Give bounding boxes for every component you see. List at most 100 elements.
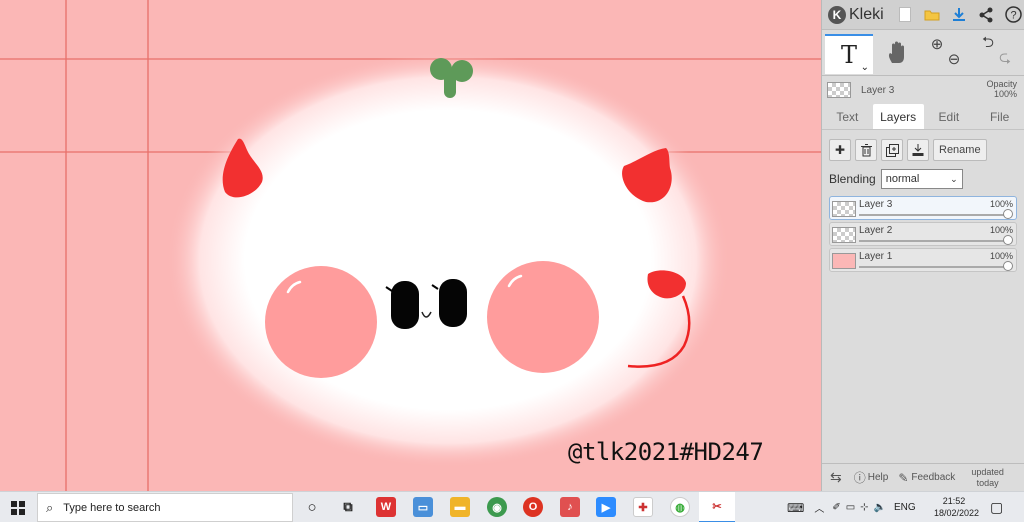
layer-opacity: 100% <box>989 251 1013 261</box>
opacity-readout: Opacity 100% <box>986 79 1017 99</box>
swap-sides-icon[interactable]: ⇆ <box>830 469 842 486</box>
chevron-down-icon: ⌄ <box>950 174 958 184</box>
svg-text:?: ? <box>1010 10 1016 22</box>
opacity-slider-knob[interactable] <box>1003 209 1013 219</box>
zoom-icon[interactable]: ▶ <box>596 497 616 517</box>
top-bar: K Kleki ? <box>822 0 1024 30</box>
wps-office-icon[interactable]: W <box>376 497 396 517</box>
battery-icon[interactable]: ▭ <box>846 502 855 513</box>
notifications-icon[interactable]: ▢ <box>990 492 1003 522</box>
taskbar-search[interactable]: ⌕ Type here to search <box>37 493 293 522</box>
opera-icon[interactable]: O <box>523 497 543 517</box>
layer-name: Layer 3 <box>859 199 893 210</box>
layer-row-3[interactable]: Layer 3 100% <box>829 196 1017 220</box>
feedback-link[interactable]: ✎ Feedback <box>898 471 955 485</box>
share-icon[interactable] <box>973 0 1000 30</box>
app-icon[interactable]: ✚ <box>633 497 653 517</box>
help-icon: ⓘ <box>853 471 866 485</box>
drawing-canvas[interactable]: @tlk2021#HD247 <box>0 0 821 491</box>
logo-text: Kleki <box>849 5 884 23</box>
opacity-slider-knob[interactable] <box>1003 261 1013 271</box>
tab-edit[interactable]: Edit <box>924 104 975 129</box>
kleki-logo[interactable]: K Kleki <box>828 5 884 24</box>
cortana-icon[interactable]: ○ <box>302 497 322 517</box>
opacity-slider-knob[interactable] <box>1003 235 1013 245</box>
opacity-slider-track[interactable] <box>859 240 1010 242</box>
text-tool-icon: T <box>840 41 857 69</box>
left-cheek <box>265 266 377 378</box>
changelog-link[interactable]: updated today <box>971 467 1004 489</box>
network-icon[interactable]: ⊹ <box>860 502 868 513</box>
task-view-icon[interactable]: ⧉ <box>338 497 358 517</box>
right-eye <box>439 279 467 327</box>
language-indicator[interactable]: ENG <box>894 502 916 513</box>
panel-tabs: Text Layers Edit File <box>822 104 1024 130</box>
current-layer-indicator: Layer 3 Opacity 100% <box>822 76 1024 104</box>
layer-thumbnail <box>832 201 856 217</box>
chevron-down-icon[interactable]: ⌄ <box>861 62 869 73</box>
layer-row-1[interactable]: Layer 1 100% <box>829 248 1017 272</box>
blending-select[interactable]: normal ⌄ <box>880 169 963 189</box>
trash-icon <box>860 143 872 156</box>
duplicate-layer-button[interactable] <box>881 139 903 161</box>
delete-layer-button[interactable] <box>855 139 877 161</box>
rename-button[interactable]: Rename <box>933 139 987 161</box>
windows-logo-icon <box>11 500 25 515</box>
tab-text[interactable]: Text <box>822 104 873 129</box>
opacity-slider-track[interactable] <box>859 266 1010 268</box>
right-cheek <box>487 261 599 373</box>
help-icon[interactable]: ? <box>1000 0 1024 30</box>
redo-icon[interactable]: ⮎ <box>995 49 1015 69</box>
canvas-artwork <box>0 0 821 491</box>
chrome-icon[interactable]: ◉ <box>487 497 507 517</box>
opacity-label: Opacity <box>986 79 1017 89</box>
system-tray: ⌨ ︿ ✐ ▭ ⊹ 🔈 ENG <box>787 492 916 522</box>
hand-tool-icon[interactable] <box>880 36 914 70</box>
zoom-out-icon[interactable]: ⊖ <box>944 49 964 69</box>
updated-when: today <box>976 477 999 488</box>
laptop-app-icon[interactable]: ▭ <box>413 497 433 517</box>
layer-actions: ✚ Rename <box>829 139 987 161</box>
volume-icon[interactable]: 🔈 <box>874 502 886 513</box>
feedback-label: Feedback <box>911 472 956 483</box>
help-label: Help <box>867 472 889 483</box>
left-eye <box>391 281 419 329</box>
sidebar: K Kleki ? T ⌄ ⊕ ⊖ ⮌ ⮎ Layer 3 Opacity 10… <box>821 0 1024 491</box>
layer-name: Layer 1 <box>859 251 893 262</box>
start-button[interactable] <box>0 492 36 522</box>
add-layer-button[interactable]: ✚ <box>829 139 851 161</box>
toolbar: T ⌄ ⊕ ⊖ ⮌ ⮎ <box>822 30 1024 76</box>
keyboard-icon[interactable]: ⌨ <box>787 501 804 515</box>
tab-file[interactable]: File <box>974 104 1024 129</box>
chevron-up-icon[interactable]: ︿ <box>814 500 824 515</box>
merge-down-button[interactable] <box>907 139 929 161</box>
layer-name: Layer 2 <box>859 225 893 236</box>
duplicate-icon <box>885 143 899 157</box>
layer-opacity: 100% <box>989 199 1013 209</box>
layer-list: Layer 3 100% Layer 2 100% Layer 1 100% <box>829 196 1017 274</box>
app-icon[interactable]: ♪ <box>560 497 580 517</box>
kleki-logo-icon: K <box>828 5 846 24</box>
clock-date: 18/02/2022 <box>934 508 980 518</box>
blending-control: Blending normal ⌄ <box>829 169 963 189</box>
bottom-bar: ⇆ ⓘ Help ✎ Feedback updated today <box>822 463 1024 491</box>
windows-taskbar: ⌕ Type here to search ○ ⧉ W ▭ ▬ ◉ O ♪ ▶ … <box>0 491 1024 522</box>
pen-icon[interactable]: ✐ <box>832 502 840 513</box>
layer-opacity: 100% <box>989 225 1013 235</box>
clock[interactable]: 21:52 18/02/2022 <box>934 495 980 519</box>
layer-thumbnail <box>827 82 851 98</box>
file-explorer-icon[interactable]: ▬ <box>450 497 470 517</box>
help-link[interactable]: ⓘ Help <box>854 469 889 486</box>
download-icon[interactable] <box>946 0 973 30</box>
text-tool-button[interactable]: T ⌄ <box>825 34 873 74</box>
tab-layers[interactable]: Layers <box>872 104 924 129</box>
layer-row-2[interactable]: Layer 2 100% <box>829 222 1017 246</box>
new-file-icon[interactable] <box>892 0 919 30</box>
layer-thumbnail <box>832 227 856 243</box>
feedback-icon: ✎ <box>898 470 909 485</box>
plus-icon: ✚ <box>834 143 846 157</box>
app-icon[interactable]: ◍ <box>670 497 690 517</box>
active-app-icon[interactable]: ✂ <box>699 492 735 522</box>
opacity-slider-track[interactable] <box>859 214 1010 216</box>
open-folder-icon[interactable] <box>919 0 946 30</box>
